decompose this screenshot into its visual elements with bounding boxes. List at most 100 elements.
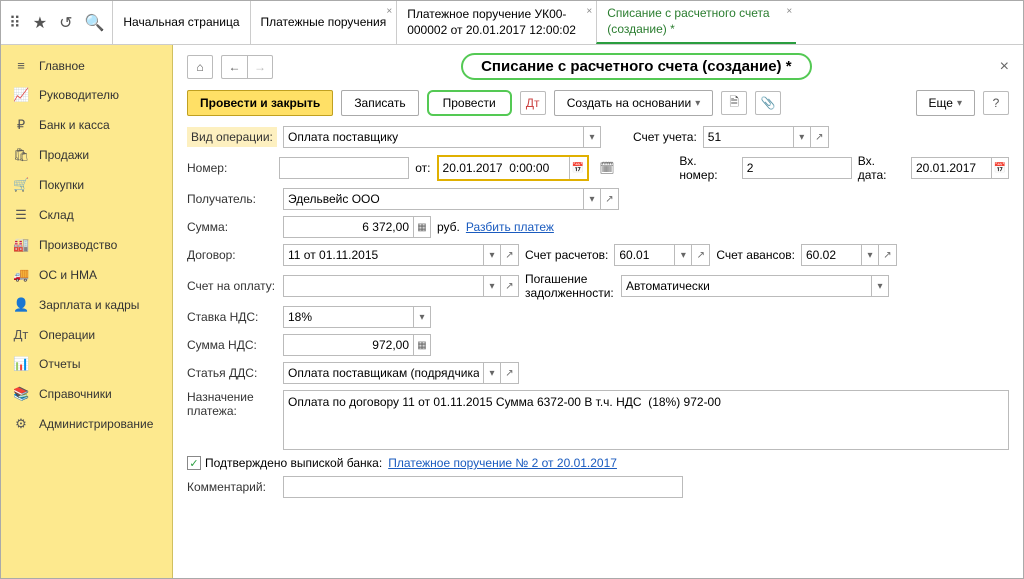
- sidebar-item-catalogs[interactable]: 📚Справочники: [1, 379, 172, 409]
- open-icon[interactable]: ↗: [601, 188, 619, 210]
- sidebar-item-warehouse[interactable]: ☰Склад: [1, 200, 172, 230]
- bag-icon: 🛍: [13, 147, 29, 163]
- close-icon[interactable]: ×: [586, 5, 592, 18]
- create-based-button[interactable]: Создать на основании: [554, 90, 714, 116]
- chart-icon: 📈: [13, 87, 29, 103]
- person-icon: 👤: [13, 297, 29, 313]
- dropdown-icon[interactable]: ▾: [483, 244, 501, 266]
- topbar-icons: ⠿ ★ ↺ 🔍: [1, 1, 112, 44]
- dropdown-icon[interactable]: ▾: [793, 126, 811, 148]
- dtkt-icon: Дт: [13, 327, 29, 342]
- open-icon[interactable]: ↗: [811, 126, 829, 148]
- truck-icon: 🚚: [13, 267, 29, 283]
- dropdown-icon[interactable]: ▾: [674, 244, 692, 266]
- tab-writeoff[interactable]: Списание с расчетного счета (создание) *…: [596, 1, 796, 44]
- dropdown-icon[interactable]: ▾: [413, 306, 431, 328]
- confirmed-checkbox[interactable]: ✓ Подтверждено выпиской банка:: [187, 456, 382, 470]
- factory-icon: 🏭: [13, 237, 29, 253]
- sum-input[interactable]: [283, 216, 413, 238]
- report-icon: 📊: [13, 356, 29, 372]
- sidebar-item-assets[interactable]: 🚚ОС и НМА: [1, 260, 172, 290]
- sidebar-item-reports[interactable]: 📊Отчеты: [1, 349, 172, 379]
- post-and-close-button[interactable]: Провести и закрыть: [187, 90, 333, 116]
- doc-icon[interactable]: 🗎: [721, 91, 747, 115]
- invoice-input[interactable]: [283, 275, 483, 297]
- apps-icon[interactable]: ⠿: [9, 13, 21, 33]
- calendar-icon[interactable]: 📅: [569, 157, 587, 179]
- back-button[interactable]: ←: [221, 55, 247, 79]
- tab-home[interactable]: Начальная страница: [112, 1, 249, 44]
- sidebar-item-production[interactable]: 🏭Производство: [1, 230, 172, 260]
- advance-account-input[interactable]: [801, 244, 861, 266]
- open-icon[interactable]: ↗: [501, 362, 519, 384]
- help-button[interactable]: ?: [983, 91, 1009, 115]
- forward-button[interactable]: →: [247, 55, 273, 79]
- split-payment-link[interactable]: Разбить платеж: [466, 220, 554, 234]
- sidebar-item-manager[interactable]: 📈Руководителю: [1, 80, 172, 110]
- confirmed-link[interactable]: Платежное поручение № 2 от 20.01.2017: [388, 456, 617, 470]
- calendar-icon[interactable]: 📅: [991, 157, 1009, 179]
- dds-input[interactable]: [283, 362, 483, 384]
- recipient-label: Получатель:: [187, 192, 277, 206]
- debt-label: Погашение задолженности:: [525, 272, 615, 300]
- close-icon[interactable]: ×: [386, 5, 392, 18]
- sidebar-item-payroll[interactable]: 👤Зарплата и кадры: [1, 290, 172, 320]
- date-input[interactable]: [439, 157, 569, 179]
- account-input[interactable]: [703, 126, 793, 148]
- dropdown-icon[interactable]: ▾: [483, 275, 501, 297]
- content: ⌂ ← → Списание с расчетного счета (созда…: [173, 45, 1023, 578]
- purpose-textarea[interactable]: Оплата по договору 11 от 01.11.2015 Сумм…: [283, 390, 1009, 450]
- sidebar-item-sales[interactable]: 🛍Продажи: [1, 140, 172, 170]
- home-button[interactable]: ⌂: [187, 55, 213, 79]
- post-button[interactable]: Провести: [427, 90, 512, 116]
- calc-icon[interactable]: ▦: [413, 334, 431, 356]
- dtkt-button[interactable]: Дт: [520, 91, 546, 115]
- advance-account-label: Счет авансов:: [716, 248, 795, 262]
- calendar-small-icon[interactable]: 🗓: [595, 156, 620, 180]
- recipient-input[interactable]: [283, 188, 583, 210]
- calc-account-input[interactable]: [614, 244, 674, 266]
- stack-icon: ☰: [13, 207, 29, 223]
- contract-input[interactable]: [283, 244, 483, 266]
- tab-payment-orders[interactable]: Платежные поручения ×: [250, 1, 397, 44]
- close-content-button[interactable]: ×: [1000, 58, 1009, 76]
- dropdown-icon[interactable]: ▾: [583, 126, 601, 148]
- comment-input[interactable]: [283, 476, 683, 498]
- tab-payment-order-doc[interactable]: Платежное поручение УК00-000002 от 20.01…: [396, 1, 596, 44]
- star-icon[interactable]: ★: [33, 13, 47, 33]
- attach-icon[interactable]: 📎: [755, 91, 781, 115]
- vat-sum-label: Сумма НДС:: [187, 338, 277, 352]
- search-icon[interactable]: 🔍: [84, 13, 104, 33]
- save-button[interactable]: Записать: [341, 90, 418, 116]
- dropdown-icon[interactable]: ▾: [583, 188, 601, 210]
- history-icon[interactable]: ↺: [59, 13, 72, 33]
- open-icon[interactable]: ↗: [501, 244, 519, 266]
- calc-account-label: Счет расчетов:: [525, 248, 608, 262]
- debt-input[interactable]: [621, 275, 871, 297]
- in-number-input[interactable]: [742, 157, 852, 179]
- open-icon[interactable]: ↗: [879, 244, 897, 266]
- more-button[interactable]: Еще: [916, 90, 975, 116]
- close-icon[interactable]: ×: [786, 5, 792, 18]
- calc-icon[interactable]: ▦: [413, 216, 431, 238]
- open-icon[interactable]: ↗: [692, 244, 710, 266]
- ruble-icon: ₽: [13, 117, 29, 133]
- vat-rate-input[interactable]: [283, 306, 413, 328]
- in-date-input[interactable]: [911, 157, 991, 179]
- open-icon[interactable]: ↗: [501, 275, 519, 297]
- dropdown-icon[interactable]: ▾: [483, 362, 501, 384]
- dropdown-icon[interactable]: ▾: [861, 244, 879, 266]
- number-input[interactable]: [279, 157, 409, 179]
- dropdown-icon[interactable]: ▾: [871, 275, 889, 297]
- sidebar-item-main[interactable]: ≡Главное: [1, 51, 172, 80]
- purpose-label: Назначение платежа:: [187, 390, 277, 418]
- vat-sum-input[interactable]: [283, 334, 413, 356]
- sidebar-item-operations[interactable]: ДтОперации: [1, 320, 172, 349]
- sidebar-item-admin[interactable]: ⚙Администрирование: [1, 409, 172, 439]
- tabs: Начальная страница Платежные поручения ×…: [112, 1, 1023, 44]
- op-type-input[interactable]: [283, 126, 583, 148]
- sidebar-item-bank[interactable]: ₽Банк и касса: [1, 110, 172, 140]
- sidebar-item-purchases[interactable]: 🛒Покупки: [1, 170, 172, 200]
- page-title: Списание с расчетного счета (создание) *: [461, 53, 811, 80]
- vat-rate-label: Ставка НДС:: [187, 310, 277, 324]
